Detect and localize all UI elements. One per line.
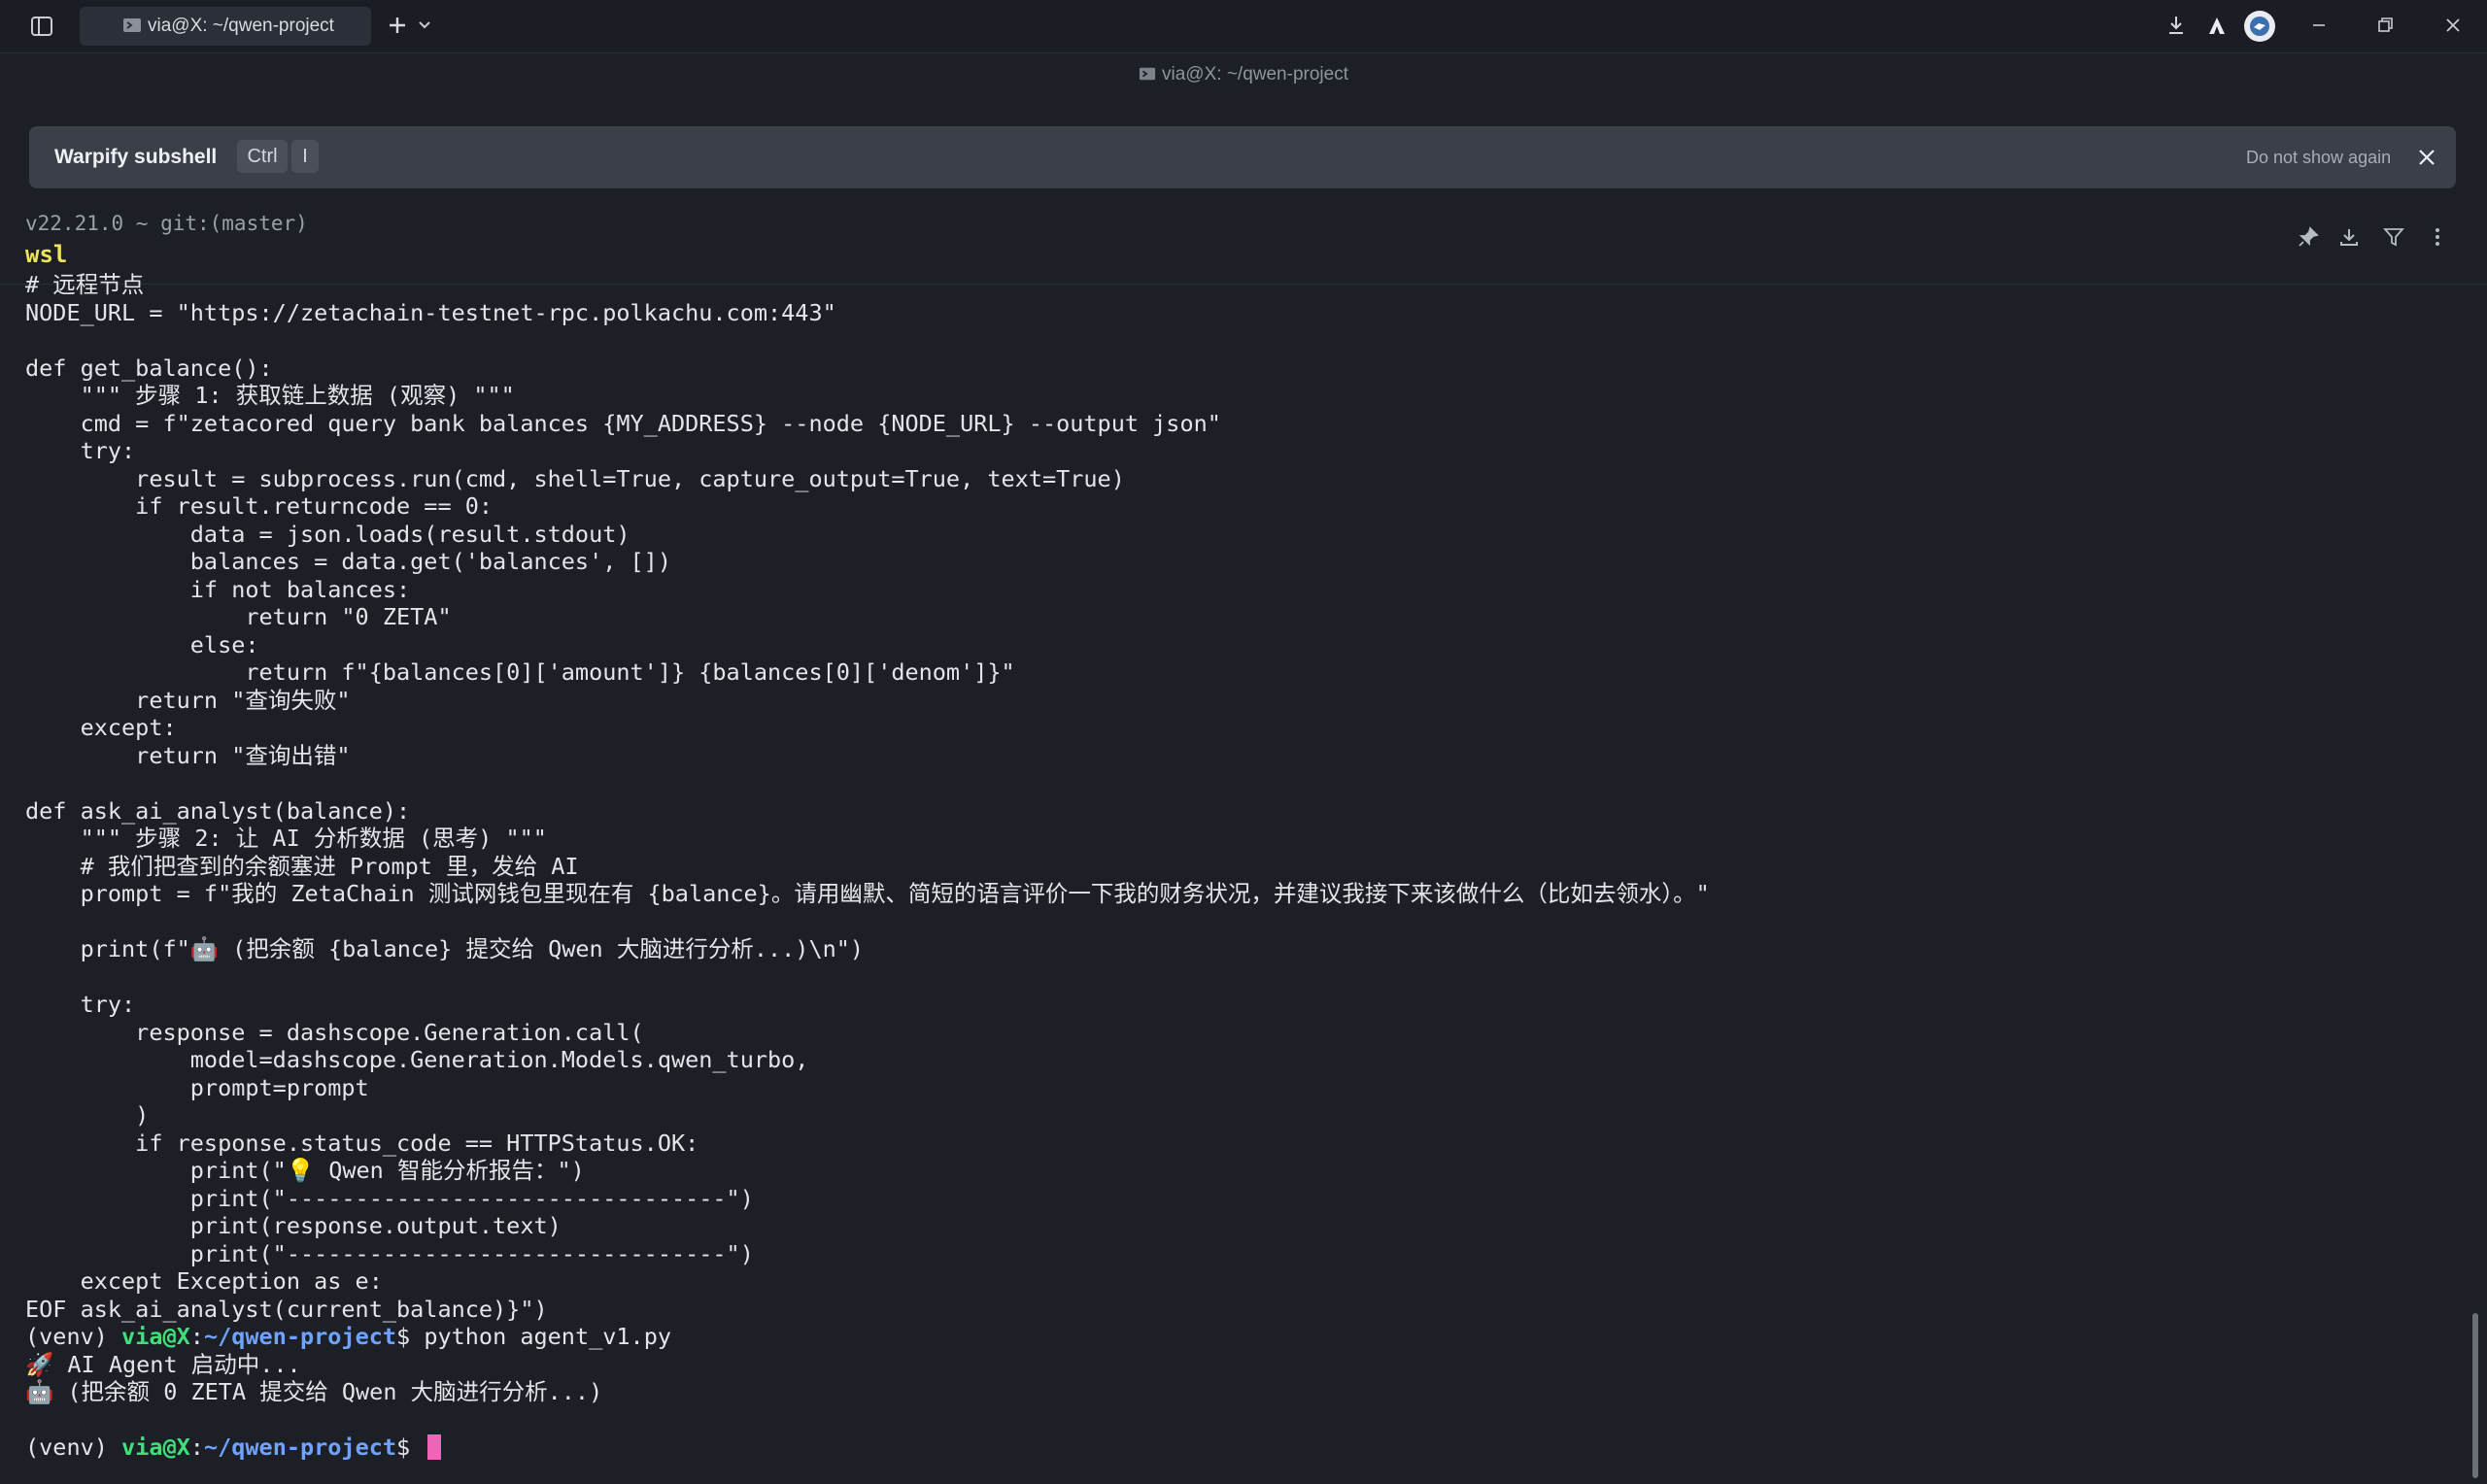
prompt-colon: : (189, 1433, 204, 1461)
tab-active[interactable]: via@X: ~/qwen-project (80, 7, 371, 46)
terminal-line: if result.returncode == 0: (25, 492, 494, 520)
do-not-show-again-link[interactable]: Do not show again (2246, 148, 2391, 168)
title-bar: via@X: ~/qwen-project (0, 0, 2487, 53)
terminal-line: prompt = f"我的 ZetaChain 测试网钱包里现在有 {balan… (25, 880, 1710, 907)
terminal-line: def ask_ai_analyst(balance): (25, 796, 411, 825)
terminal-line: model=dashscope.Generation.Models.qwen_t… (25, 1046, 809, 1073)
terminal-line: if not balances: (25, 575, 411, 603)
warpify-banner: Warpify subshell Ctrl I Do not show agai… (29, 126, 2456, 188)
terminal-icon (1139, 65, 1156, 83)
download-icon[interactable] (2163, 12, 2190, 39)
terminal-line: print(f"🤖 (把余额 {balance} 提交给 Qwen 大脑进行分析… (25, 935, 865, 962)
scrollbar[interactable] (2468, 284, 2481, 1484)
terminal-line: return "查询出错" (25, 741, 351, 769)
block-command: wsl (25, 241, 68, 268)
terminal-line: EOF ask_ai_analyst(current_balance)}") (25, 1295, 548, 1323)
terminal-line: print("💡 Qwen 智能分析报告：") (25, 1157, 585, 1184)
minimize-icon[interactable] (2305, 12, 2333, 39)
terminal-line: print("--------------------------------"… (25, 1184, 754, 1212)
terminal-line: print("--------------------------------"… (25, 1239, 754, 1267)
terminal-line: print(response.output.text) (25, 1212, 562, 1239)
terminal-line: ) (25, 1101, 150, 1129)
terminal-line: def get_balance(): (25, 354, 273, 382)
prompt-user: via@X (121, 1323, 190, 1350)
avatar-icon[interactable] (2244, 11, 2275, 42)
terminal-line: if response.status_code == HTTPStatus.OK… (25, 1129, 699, 1157)
close-icon[interactable] (2413, 144, 2440, 171)
prompt-symbol: $ (396, 1323, 425, 1350)
terminal-line: result = subprocess.run(cmd, shell=True,… (25, 464, 1125, 492)
filter-icon[interactable] (2380, 223, 2407, 251)
prompt-line: (venv) via@X:~/qwen-project$ python agen… (25, 1323, 2435, 1351)
prompt-user: via@X (121, 1433, 190, 1461)
plus-icon[interactable] (385, 13, 410, 38)
terminal-icon (122, 16, 144, 37)
active-prompt-line: (venv) via@X:~/qwen-project$ (25, 1433, 2435, 1462)
banner-title: Warpify subshell (54, 146, 218, 168)
terminal-line: # 远程节点 (25, 271, 145, 298)
terminal-line: """ 步骤 2: 让 AI 分析数据 (思考) """ (25, 825, 547, 852)
terminal-line: NODE_URL = "https://zetachain-testnet-rp… (25, 298, 836, 326)
window-subtitle-text: via@X: ~/qwen-project (1162, 64, 1348, 84)
terminal-line: # 我们把查到的余额塞进 Prompt 里，发给 AI (25, 852, 579, 880)
save-icon[interactable] (2335, 223, 2363, 251)
chevron-down-icon[interactable] (416, 17, 433, 34)
output-line: 🚀 AI Agent 启动中... (25, 1350, 301, 1378)
pin-icon[interactable] (2295, 223, 2322, 251)
prompt-path: ~/qwen-project (203, 1323, 397, 1350)
terminal-line: try: (25, 437, 136, 464)
restore-icon[interactable] (2371, 12, 2399, 39)
terminal-line: except: (25, 714, 177, 741)
prompt-path: ~/qwen-project (203, 1433, 397, 1461)
terminal-line: cmd = f"zetacored query bank balances {M… (25, 409, 1221, 437)
terminal-line: try: (25, 991, 136, 1018)
terminal-line: return f"{balances[0]['amount']} {balanc… (25, 658, 1015, 686)
terminal-line: """ 步骤 1: 获取链上数据 (观察) """ (25, 382, 515, 409)
output-line: 🤖 (把余额 0 ZETA 提交给 Qwen 大脑进行分析...) (25, 1378, 603, 1405)
tab-title: via@X: ~/qwen-project (148, 16, 334, 36)
close-icon[interactable] (2439, 12, 2467, 39)
prompt-venv: (venv) (25, 1323, 122, 1350)
terminal-line: data = json.loads(result.stdout) (25, 520, 630, 548)
terminal-line: response = dashscope.Generation.call( (25, 1018, 644, 1046)
terminal-output[interactable]: # 远程节点 NODE_URL = "https://zetachain-test… (25, 271, 2435, 1475)
prompt-context: v22.21.0 ~ git:(master) (25, 212, 308, 235)
prompt-venv: (venv) (25, 1433, 122, 1461)
sidebar-toggle-icon[interactable] (29, 14, 54, 39)
shortcut-key-i: I (291, 140, 319, 173)
warp-icon[interactable] (2203, 12, 2231, 39)
scrollbar-thumb[interactable] (2472, 1313, 2478, 1478)
prompt-symbol: $ (396, 1433, 425, 1461)
more-options-icon[interactable] (2424, 223, 2451, 251)
terminal-line: return "查询失败" (25, 686, 351, 714)
terminal-line: except Exception as e: (25, 1267, 383, 1295)
terminal-line: balances = data.get('balances', []) (25, 548, 671, 575)
terminal-line: else: (25, 630, 259, 658)
text-cursor (427, 1434, 442, 1460)
terminal-line: prompt=prompt (25, 1073, 369, 1101)
window-subtitle: via@X: ~/qwen-project (0, 64, 2487, 85)
prompt-colon: : (189, 1323, 204, 1350)
shortcut-key-ctrl: Ctrl (237, 140, 288, 173)
terminal-line: return "0 ZETA" (25, 603, 452, 630)
run-command: python agent_v1.py (424, 1323, 671, 1350)
